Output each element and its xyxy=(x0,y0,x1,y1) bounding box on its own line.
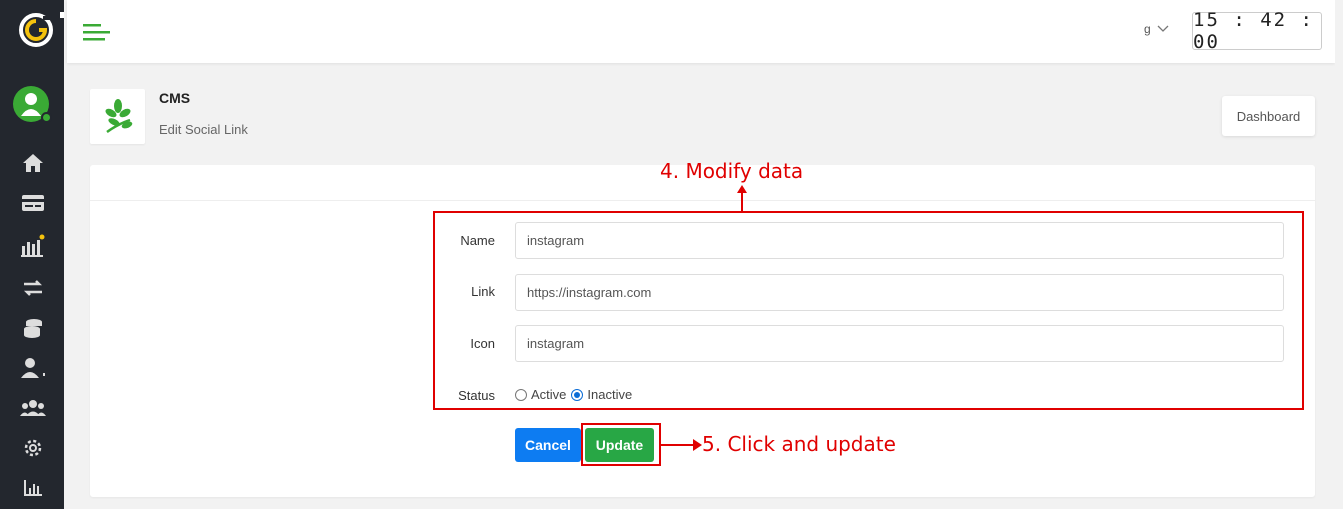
step5-arrow-icon xyxy=(661,439,702,451)
home-icon[interactable] xyxy=(20,151,46,175)
page-title: CMS xyxy=(159,90,191,106)
app-logo-icon[interactable] xyxy=(18,12,54,48)
dashboard-button[interactable]: Dashboard xyxy=(1222,96,1315,136)
user-tie-icon[interactable] xyxy=(20,356,46,380)
cms-leaf-logo xyxy=(90,89,145,144)
gear-icon[interactable] xyxy=(20,436,46,460)
chart-icon[interactable] xyxy=(20,234,46,258)
step5-annotation: 5. Click and update xyxy=(702,432,896,456)
cancel-button[interactable]: Cancel xyxy=(515,428,581,462)
coins-icon[interactable] xyxy=(20,316,46,340)
step4-annotation: 4. Modify data xyxy=(660,159,804,183)
logo-edge xyxy=(60,12,64,18)
step4-arrow-icon xyxy=(737,185,747,211)
sidebar xyxy=(0,0,64,509)
bar-chart-icon[interactable] xyxy=(20,476,46,500)
page-subtitle: Edit Social Link xyxy=(159,122,248,137)
card-icon[interactable] xyxy=(20,191,46,215)
chevron-down-icon xyxy=(1157,25,1169,32)
modify-data-highlight-box xyxy=(433,211,1304,410)
user-avatar[interactable] xyxy=(13,86,52,123)
digital-clock: 15 : 42 : 00 xyxy=(1192,9,1322,53)
page-scrollbar[interactable] xyxy=(1335,0,1343,509)
topbar: g 15 : 42 : 00 xyxy=(67,0,1335,63)
leaf-icon xyxy=(105,98,132,133)
language-label: g xyxy=(1144,22,1151,36)
card-divider xyxy=(90,200,1315,201)
hamburger-menu-icon[interactable] xyxy=(83,22,113,42)
users-icon[interactable] xyxy=(20,396,46,420)
transfer-icon[interactable] xyxy=(20,276,46,300)
update-highlight-box xyxy=(581,423,661,466)
language-selector[interactable]: g xyxy=(1144,22,1169,36)
online-status-dot xyxy=(41,112,52,123)
